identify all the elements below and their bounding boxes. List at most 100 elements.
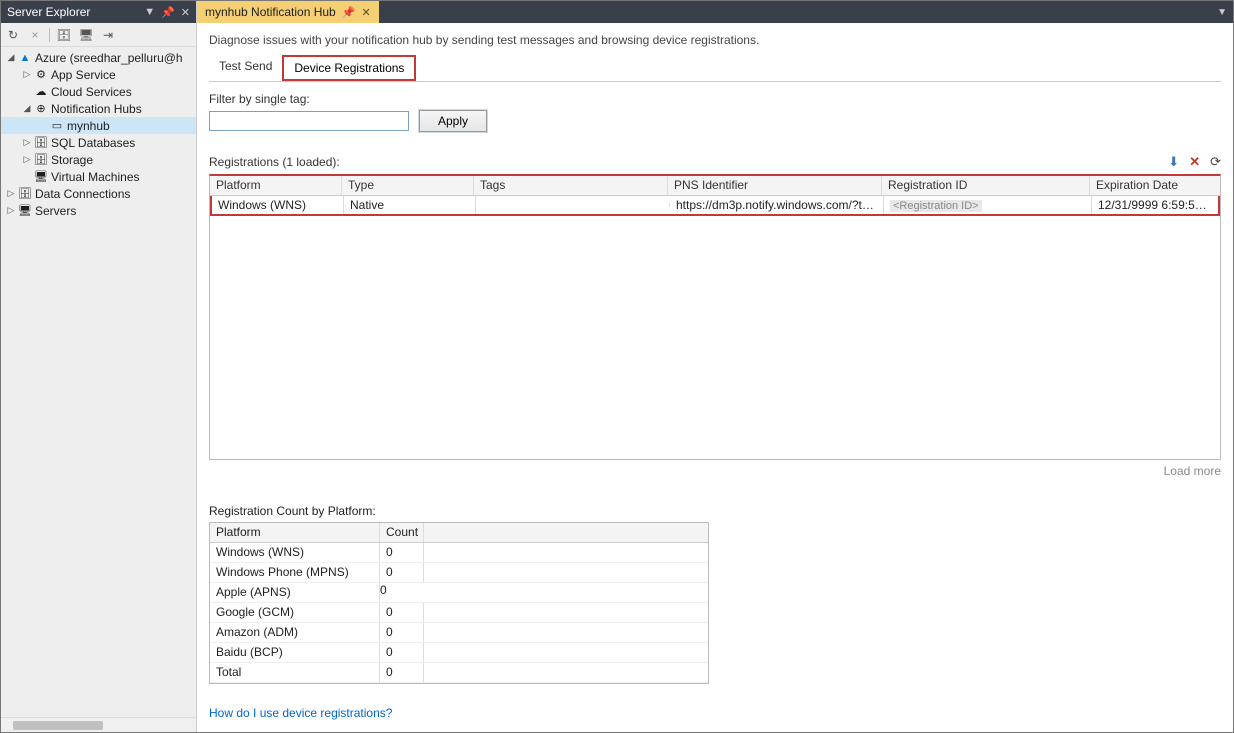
close-icon[interactable]: ✕	[361, 6, 370, 19]
tree-label: mynhub	[67, 119, 110, 133]
expander-closed-icon[interactable]: ▷	[5, 205, 17, 216]
server-explorer-tree: ◢ ▲ Azure (sreedhar_pelluru@h ▷ ⚙ App Se…	[1, 47, 196, 717]
doc-tab-title: mynhub Notification Hub	[205, 5, 336, 19]
table-row[interactable]: Google (GCM)0	[210, 603, 708, 623]
table-row[interactable]: Total0	[210, 663, 708, 683]
app-service-icon: ⚙	[33, 67, 49, 83]
count-section: Registration Count by Platform: Platform…	[209, 504, 1221, 684]
servers-icon: 🖥	[17, 203, 33, 219]
col-platform[interactable]: Platform	[210, 176, 342, 195]
table-row[interactable]: Windows Phone (MPNS)0	[210, 563, 708, 583]
cell-expiration: 12/31/9999 6:59:59 PM	[1092, 196, 1218, 214]
grid-header: Platform Type Tags PNS Identifier Regist…	[210, 176, 1220, 196]
table-row[interactable]: Baidu (BCP)0	[210, 643, 708, 663]
registrations-label: Registrations (1 loaded):	[209, 155, 340, 169]
tree-label: SQL Databases	[51, 136, 135, 150]
add-registration-icon[interactable]: ⬇	[1168, 154, 1179, 170]
main-area: mynhub Notification Hub 📌 ✕ ▼ Diagnose i…	[197, 1, 1233, 732]
panel-close-icon[interactable]: ✕	[181, 6, 190, 19]
col-expiration-date[interactable]: Expiration Date	[1090, 176, 1216, 195]
connect-server-icon[interactable]: 🖥	[78, 27, 94, 43]
tab-device-registrations[interactable]: Device Registrations	[282, 55, 416, 81]
expander-closed-icon[interactable]: ▷	[21, 154, 33, 165]
expander-closed-icon[interactable]: ▷	[5, 188, 17, 199]
content-area: Diagnose issues with your notification h…	[197, 23, 1233, 732]
tree-node-app-service[interactable]: ▷ ⚙ App Service	[1, 66, 196, 83]
vm-icon: 🖥	[33, 169, 49, 185]
tree-node-cloud-services[interactable]: ☁ Cloud Services	[1, 83, 196, 100]
delete-registration-icon[interactable]: ✕	[1189, 154, 1200, 170]
expander-open-icon[interactable]: ◢	[21, 103, 33, 114]
table-row[interactable]: Windows (WNS)0	[210, 543, 708, 563]
server-explorer-title-bar: Server Explorer ▼ 📌 ✕	[1, 1, 196, 23]
tree-label: Azure (sreedhar_pelluru@h	[35, 51, 183, 65]
tree-label: Servers	[35, 204, 76, 218]
hub-description: Diagnose issues with your notification h…	[209, 33, 1221, 47]
tree-node-virtual-machines[interactable]: 🖥 Virtual Machines	[1, 168, 196, 185]
azure-icon: ▲	[17, 50, 33, 66]
hub-item-icon: ▭	[49, 118, 65, 134]
apply-button[interactable]: Apply	[419, 110, 487, 132]
expander-closed-icon[interactable]: ▷	[21, 69, 33, 80]
cell-platform: Windows (WNS)	[212, 196, 344, 214]
pin-icon[interactable]: 📌	[342, 6, 356, 19]
tree-label: Storage	[51, 153, 93, 167]
cell-tags	[476, 203, 670, 207]
tree-node-notification-hubs[interactable]: ◢ ⊕ Notification Hubs	[1, 100, 196, 117]
expander-open-icon[interactable]: ◢	[5, 52, 17, 63]
database-icon: 🗄	[33, 135, 49, 151]
load-more-link[interactable]: Load more	[209, 464, 1221, 478]
count-grid: Platform Count Windows (WNS)0 Windows Ph…	[209, 522, 709, 684]
tree-label: Cloud Services	[51, 85, 132, 99]
connect-database-icon[interactable]: 🗄	[56, 27, 72, 43]
doc-tab-mynhub[interactable]: mynhub Notification Hub 📌 ✕	[197, 1, 379, 23]
registrations-grid: Platform Type Tags PNS Identifier Regist…	[209, 174, 1221, 460]
hub-icon: ⊕	[33, 101, 49, 117]
data-connections-icon: 🗄	[17, 186, 33, 202]
registrations-header: Registrations (1 loaded): ⬇ ✕ ⟳	[209, 154, 1221, 170]
cloud-icon: ☁	[33, 84, 49, 100]
panel-pin-icon[interactable]: 📌	[161, 6, 175, 19]
doc-tab-menu-icon[interactable]: ▼	[1211, 1, 1233, 23]
tree-node-servers[interactable]: ▷ 🖥 Servers	[1, 202, 196, 219]
count-label: Registration Count by Platform:	[209, 504, 1221, 518]
count-col-count[interactable]: Count	[380, 523, 424, 542]
col-type[interactable]: Type	[342, 176, 474, 195]
filter-section: Filter by single tag: Apply	[209, 92, 1221, 132]
extension-icon[interactable]: ⇥	[100, 27, 116, 43]
help-link[interactable]: How do I use device registrations?	[209, 706, 1221, 720]
tree-node-sql-databases[interactable]: ▷ 🗄 SQL Databases	[1, 134, 196, 151]
tree-label: App Service	[51, 68, 116, 82]
stop-icon[interactable]: ×	[27, 27, 43, 43]
filter-tag-input[interactable]	[209, 111, 409, 131]
storage-icon: 🗄	[33, 152, 49, 168]
count-grid-header: Platform Count	[210, 523, 708, 543]
sidebar-scrollbar[interactable]	[1, 717, 196, 732]
count-col-platform[interactable]: Platform	[210, 523, 380, 542]
cell-type: Native	[344, 196, 476, 214]
refresh-registrations-icon[interactable]: ⟳	[1210, 154, 1221, 170]
col-registration-id[interactable]: Registration ID	[882, 176, 1090, 195]
tree-label: Data Connections	[35, 187, 130, 201]
col-tags[interactable]: Tags	[474, 176, 668, 195]
refresh-icon[interactable]: ↻	[5, 27, 21, 43]
inner-tabs: Test Send Device Registrations	[209, 55, 1221, 82]
table-row[interactable]: Apple (APNS)0	[210, 583, 708, 603]
table-row[interactable]: Amazon (ADM)0	[210, 623, 708, 643]
filter-label: Filter by single tag:	[209, 92, 1221, 106]
tree-label: Virtual Machines	[51, 170, 140, 184]
expander-closed-icon[interactable]: ▷	[21, 137, 33, 148]
server-explorer-toolbar: ↻ × 🗄 🖥 ⇥	[1, 23, 196, 47]
cell-regid: <Registration ID>	[884, 196, 1092, 214]
panel-dropdown-icon[interactable]: ▼	[144, 6, 155, 18]
tree-node-mynhub[interactable]: ▭ mynhub	[1, 117, 196, 134]
tab-test-send[interactable]: Test Send	[209, 55, 282, 81]
col-pns-identifier[interactable]: PNS Identifier	[668, 176, 882, 195]
tree-node-storage[interactable]: ▷ 🗄 Storage	[1, 151, 196, 168]
tree-label: Notification Hubs	[51, 102, 142, 116]
tree-node-azure[interactable]: ◢ ▲ Azure (sreedhar_pelluru@h	[1, 49, 196, 66]
tree-node-data-connections[interactable]: ▷ 🗄 Data Connections	[1, 185, 196, 202]
server-explorer-panel: Server Explorer ▼ 📌 ✕ ↻ × 🗄 🖥 ⇥ ◢ ▲ Azur…	[1, 1, 197, 732]
table-row[interactable]: Windows (WNS) Native https://dm3p.notify…	[210, 196, 1220, 216]
server-explorer-title: Server Explorer	[7, 5, 138, 19]
